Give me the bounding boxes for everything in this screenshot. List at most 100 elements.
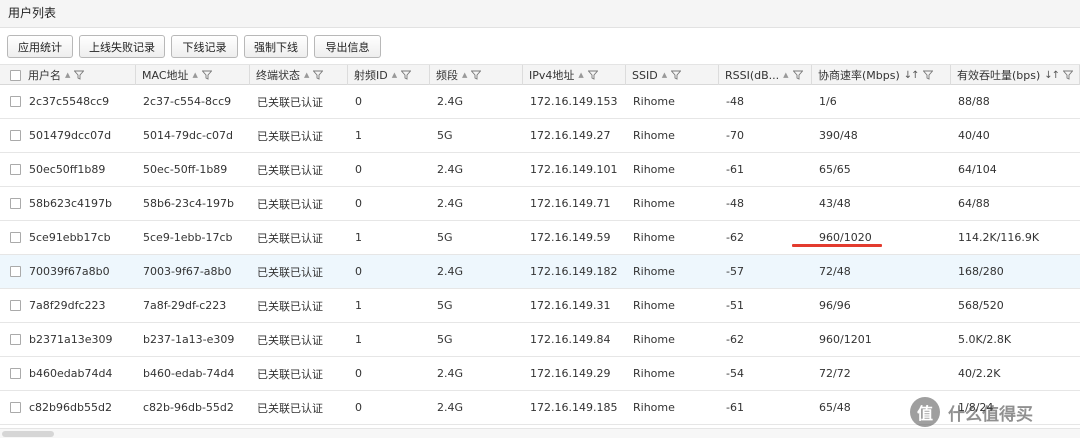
cell-status: 已关联已认证 (257, 163, 323, 177)
cell-throughput: 64/104 (958, 163, 997, 176)
filter-icon[interactable] (671, 70, 682, 80)
cell-ssid: Rihome (633, 197, 675, 210)
row-checkbox[interactable] (10, 96, 21, 107)
column-header-throughput[interactable]: 有效吞吐量(bps) ↓↑ (951, 65, 1080, 85)
table-row[interactable]: 5ce91ebb17cb 5ce9-1ebb-17cb 已关联已认证 1 5G 172.1… (0, 221, 1080, 255)
cell-rssi: -70 (726, 129, 744, 142)
cell-status: 已关联已认证 (257, 401, 323, 415)
sort-icon[interactable]: ▲ (304, 71, 309, 79)
cell-status: 已关联已认证 (257, 129, 323, 143)
column-header-rate[interactable]: 协商速率(Mbps) ↓↑ (812, 65, 951, 85)
cell-ssid: Rihome (633, 333, 675, 346)
filter-icon[interactable] (922, 70, 933, 80)
filter-icon[interactable] (74, 70, 85, 80)
column-header-label: 终端状态 (256, 69, 300, 82)
cell-band: 2.4G (437, 163, 464, 176)
column-header-rssi[interactable]: RSSI(dB... ▲ (719, 65, 812, 85)
sort-icon[interactable]: ▲ (392, 71, 397, 79)
cell-rssi: -61 (726, 401, 744, 414)
online-failure-log-button[interactable]: 上线失败记录 (79, 35, 165, 58)
cell-throughput: 568/520 (958, 299, 1004, 312)
cell-radio-id: 0 (355, 163, 362, 176)
cell-ssid: Rihome (633, 95, 675, 108)
row-checkbox[interactable] (10, 198, 21, 209)
cell-rate: 65/65 (819, 163, 851, 176)
table-row[interactable]: 58b623c4197b 58b6-23c4-197b 已关联已认证 0 2.4G 172… (0, 187, 1080, 221)
row-checkbox[interactable] (10, 402, 21, 413)
cell-username: 2c37c5548cc9 (29, 95, 110, 108)
cell-mac: 5ce9-1ebb-17cb (143, 231, 233, 244)
column-header-ipv4[interactable]: IPv4地址 ▲ (523, 65, 626, 85)
column-header-band[interactable]: 频段 ▲ (430, 65, 523, 85)
sort-icon[interactable]: ↓↑ (904, 70, 920, 81)
cell-rssi: -48 (726, 197, 744, 210)
table-row[interactable]: b2371a13e309 b237-1a13-e309 已关联已认证 1 5G 172.1… (0, 323, 1080, 357)
cell-status: 已关联已认证 (257, 197, 323, 211)
watermark: 值 什么值得买 (910, 396, 1033, 428)
cell-ipv4: 172.16.149.101 (530, 163, 618, 176)
table-row[interactable]: 501479dcc07d 5014-79dc-c07d 已关联已认证 1 5G 172.1… (0, 119, 1080, 153)
cell-throughput: 40/2.2K (958, 367, 1001, 380)
cell-mac: c82b-96db-55d2 (143, 401, 234, 414)
cell-status: 已关联已认证 (257, 333, 323, 347)
filter-icon[interactable] (471, 70, 482, 80)
filter-icon[interactable] (401, 70, 412, 80)
cell-ipv4: 172.16.149.185 (530, 401, 618, 414)
cell-username: 58b623c4197b (29, 197, 112, 210)
user-table: 用户名 ▲ MAC地址 ▲ 终端状态 ▲ 射频ID ▲ 频段 ▲ IPv4地址 ▲ SSID ▲ RSSI(… (0, 64, 1080, 438)
row-checkbox[interactable] (10, 130, 21, 141)
sort-icon[interactable]: ▲ (662, 71, 667, 79)
column-header-label: MAC地址 (142, 69, 189, 82)
filter-icon[interactable] (792, 70, 803, 80)
offline-log-button[interactable]: 下线记录 (171, 35, 238, 58)
sort-icon[interactable]: ▲ (783, 71, 788, 79)
table-row[interactable]: 2c37c5548cc9 2c37-c554-8cc9 已关联已认证 0 2.4G 172… (0, 85, 1080, 119)
cell-ipv4: 172.16.149.31 (530, 299, 611, 312)
table-row[interactable]: b460edab74d4 b460-edab-74d4 已关联已认证 0 2.4G 172… (0, 357, 1080, 391)
table-row[interactable]: 7a8f29dfc223 7a8f-29df-c223 已关联已认证 1 5G 172.1… (0, 289, 1080, 323)
row-checkbox[interactable] (10, 164, 21, 175)
cell-mac: b237-1a13-e309 (143, 333, 235, 346)
cell-radio-id: 1 (355, 231, 362, 244)
cell-username: b460edab74d4 (29, 367, 113, 380)
column-header-radio-id[interactable]: 射频ID ▲ (348, 65, 430, 85)
export-info-button[interactable]: 导出信息 (314, 35, 381, 58)
sort-icon[interactable]: ▲ (193, 71, 198, 79)
scrollbar-thumb[interactable] (2, 431, 54, 437)
column-header-mac[interactable]: MAC地址 ▲ (136, 65, 250, 85)
row-checkbox[interactable] (10, 334, 21, 345)
filter-icon[interactable] (313, 70, 324, 80)
sort-icon[interactable]: ▲ (578, 71, 583, 79)
sort-icon[interactable]: ↓↑ (1044, 70, 1060, 81)
filter-icon[interactable] (1063, 70, 1074, 80)
table-row[interactable]: 50ec50ff1b89 50ec-50ff-1b89 已关联已认证 0 2.4G 172… (0, 153, 1080, 187)
app-stats-button[interactable]: 应用统计 (7, 35, 73, 58)
filter-icon[interactable] (201, 70, 212, 80)
select-all-checkbox[interactable] (10, 70, 21, 81)
cell-throughput: 114.2K/116.9K (958, 231, 1040, 244)
cell-ssid: Rihome (633, 163, 675, 176)
cell-username: c82b96db55d2 (29, 401, 112, 414)
sort-icon[interactable]: ▲ (462, 71, 467, 79)
row-checkbox[interactable] (10, 232, 21, 243)
row-checkbox[interactable] (10, 300, 21, 311)
cell-status: 已关联已认证 (257, 299, 323, 313)
column-header-username[interactable]: 用户名 ▲ (22, 65, 136, 85)
column-header-status[interactable]: 终端状态 ▲ (250, 65, 348, 85)
row-checkbox[interactable] (10, 266, 21, 277)
filter-icon[interactable] (587, 70, 598, 80)
cell-mac: 5014-79dc-c07d (143, 129, 233, 142)
cell-username: b2371a13e309 (29, 333, 113, 346)
sort-icon[interactable]: ▲ (65, 71, 70, 79)
cell-status: 已关联已认证 (257, 265, 323, 279)
cell-ssid: Rihome (633, 401, 675, 414)
cell-radio-id: 0 (355, 401, 362, 414)
column-header-label: 射频ID (354, 69, 388, 82)
row-checkbox[interactable] (10, 368, 21, 379)
horizontal-scrollbar[interactable] (0, 428, 1080, 438)
column-header-ssid[interactable]: SSID ▲ (626, 65, 719, 85)
cell-radio-id: 0 (355, 95, 362, 108)
cell-radio-id: 0 (355, 265, 362, 278)
table-row[interactable]: 70039f67a8b0 7003-9f67-a8b0 已关联已认证 0 2.4G 172… (0, 255, 1080, 289)
force-offline-button[interactable]: 强制下线 (244, 35, 308, 58)
